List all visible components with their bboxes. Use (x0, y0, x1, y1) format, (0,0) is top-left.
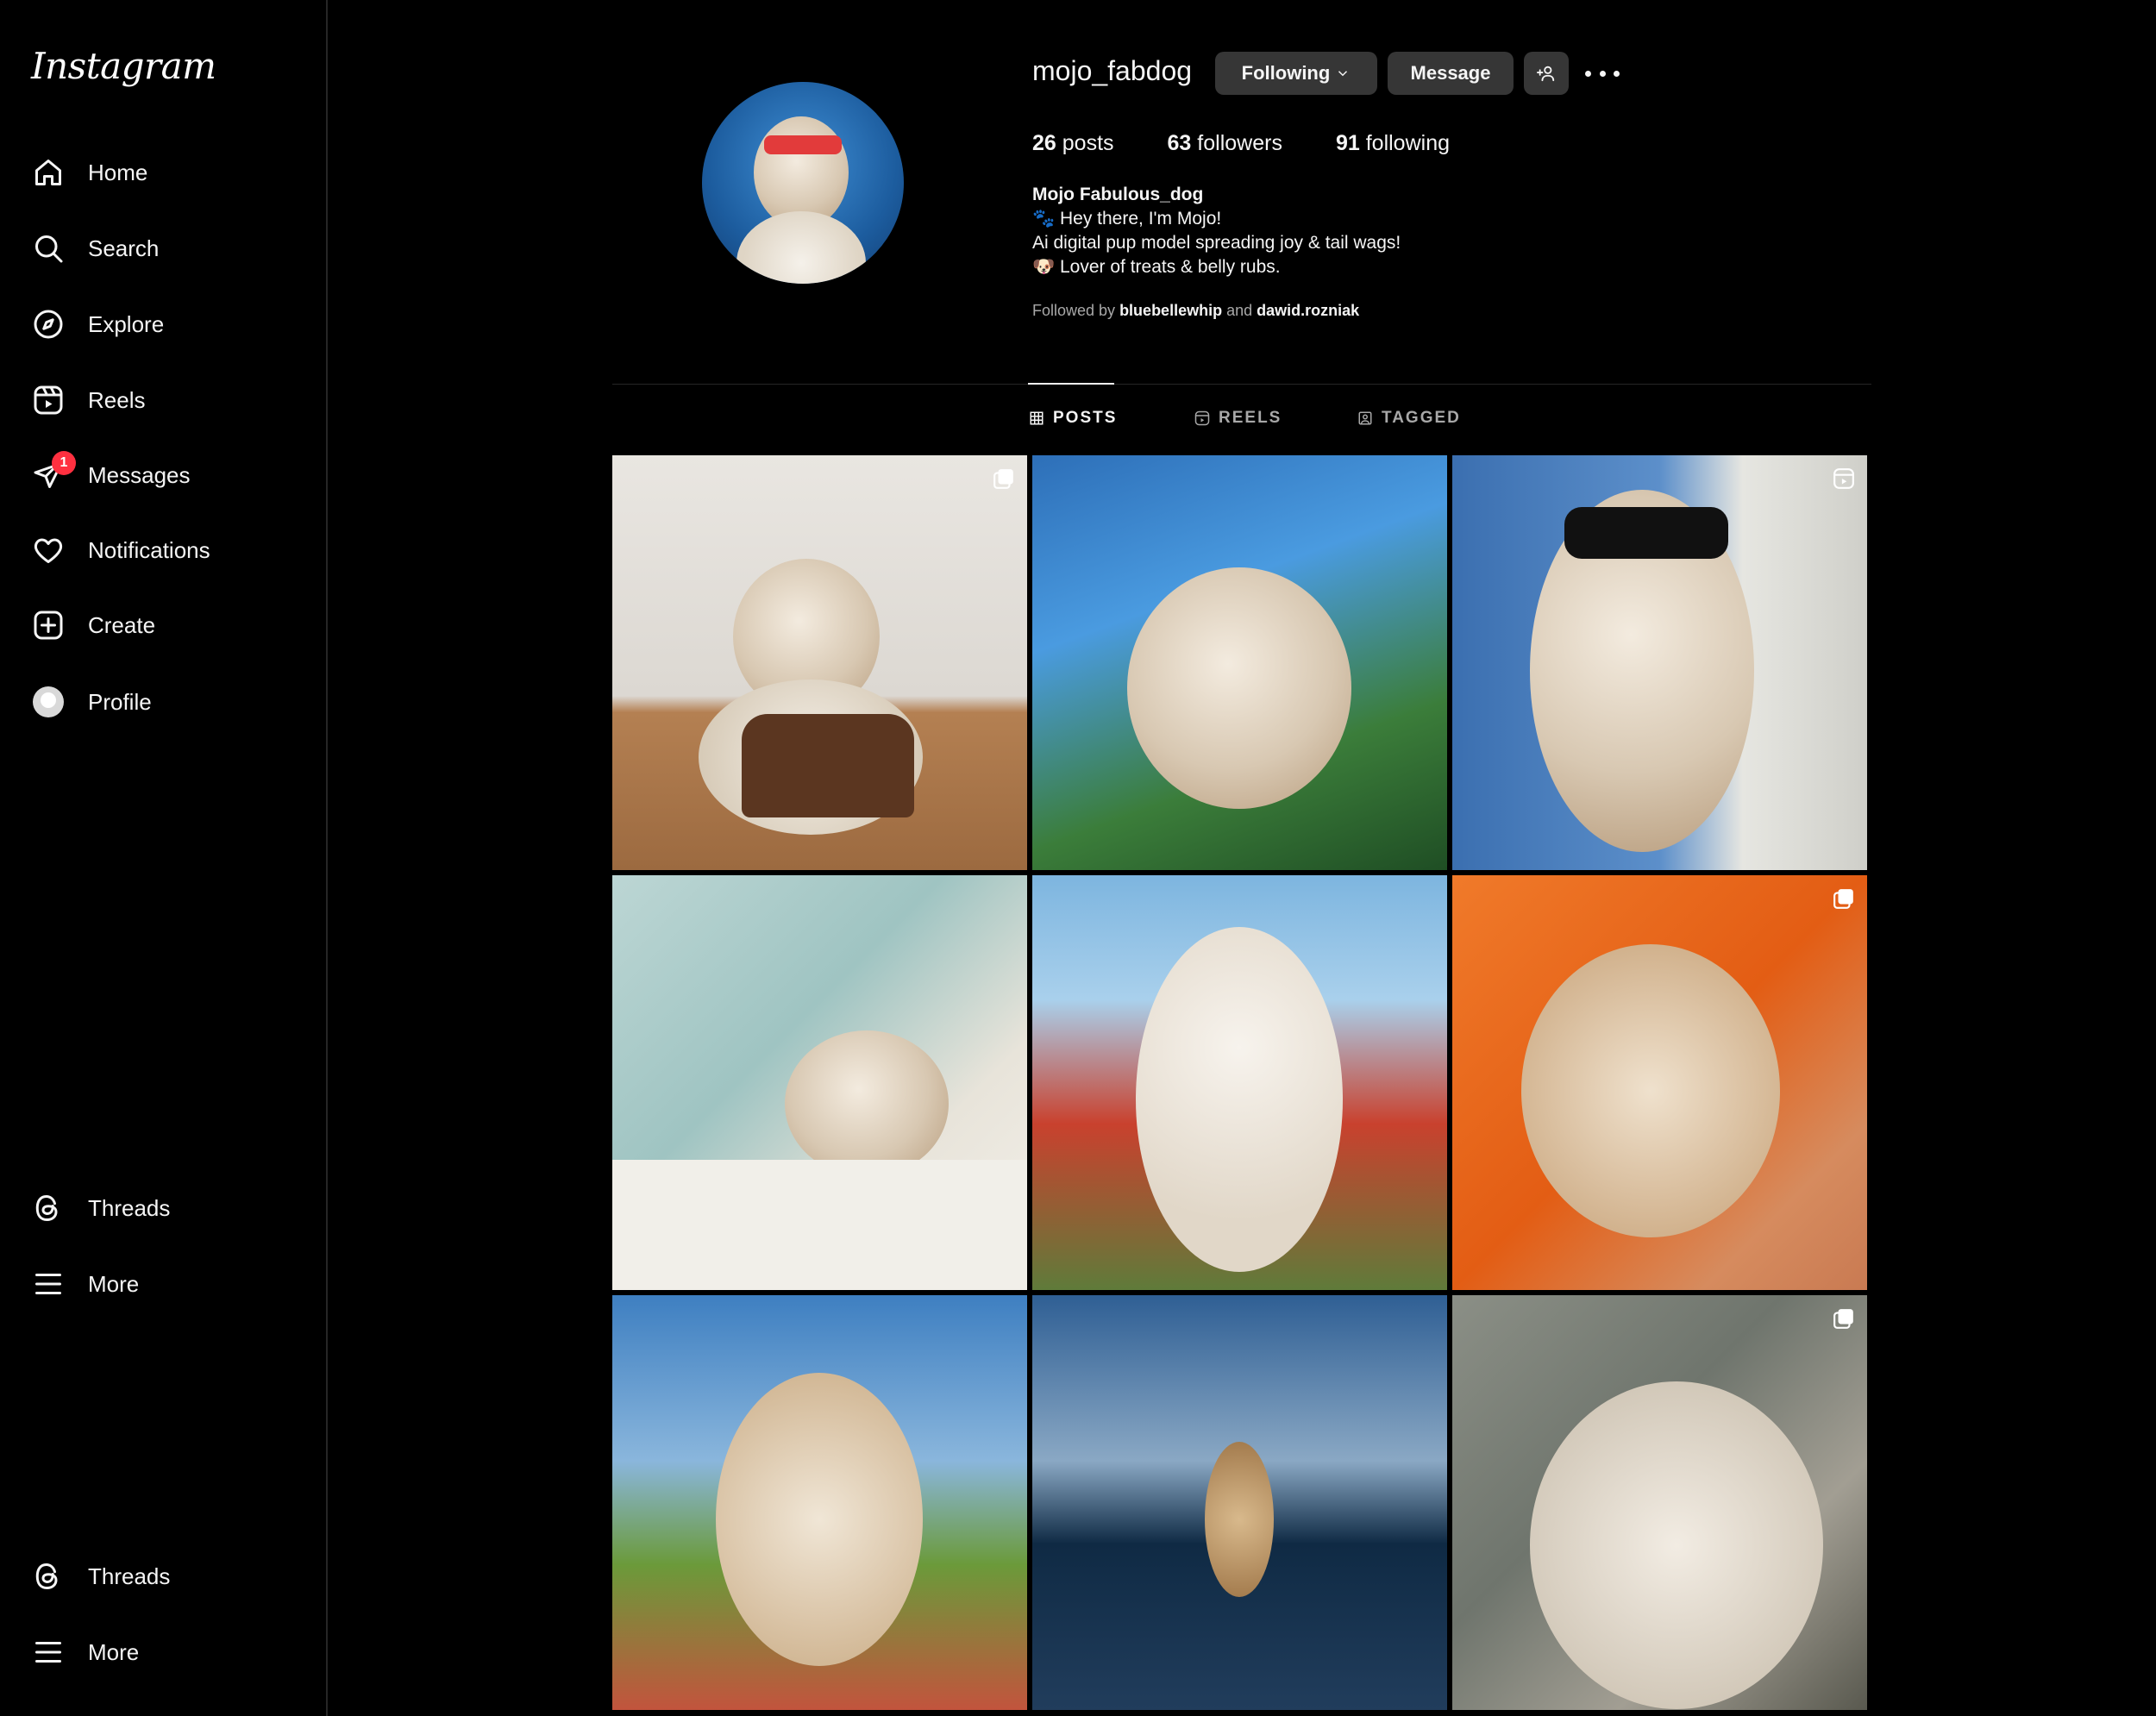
sidebar-item-label: Create (88, 611, 156, 638)
following-button[interactable]: Following (1215, 52, 1377, 95)
search-icon (31, 231, 66, 266)
menu-icon (31, 1267, 66, 1301)
post-thumbnail[interactable] (612, 1295, 1027, 1710)
sidebar-item-label: More (88, 1270, 140, 1297)
following-button-label: Following (1241, 62, 1331, 84)
sidebar-item-home[interactable]: Home (31, 142, 307, 203)
sidebar-item-label: Threads (88, 1194, 171, 1221)
sidebar-item-create[interactable]: Create (31, 595, 307, 655)
post-thumbnail[interactable] (1452, 455, 1867, 870)
sidebar-item-more-2[interactable]: More (31, 1622, 307, 1682)
sidebar-item-explore[interactable]: Explore (31, 294, 307, 354)
posts-stat[interactable]: 26 posts (1032, 131, 1114, 156)
sidebar-item-messages[interactable]: 1 Messages (31, 445, 307, 505)
post-thumbnail[interactable] (612, 455, 1027, 870)
sidebar-item-label: Reels (88, 386, 146, 413)
sidebar: Instagram Home Search Explore Reels 1 Me… (0, 0, 328, 1716)
tab-posts[interactable]: POSTS (1029, 409, 1117, 428)
active-tab-indicator (1028, 383, 1114, 385)
reels-icon (1194, 410, 1210, 426)
grid-icon (1030, 411, 1044, 425)
bio-name: Mojo Fabulous_dog (1032, 185, 1204, 204)
avatar-icon (31, 685, 66, 719)
compass-icon (31, 307, 66, 341)
post-thumbnail[interactable] (1032, 455, 1447, 870)
more-options-icon[interactable] (1585, 60, 1620, 86)
sidebar-item-label: Profile (88, 688, 152, 715)
heart-icon (31, 533, 66, 567)
sidebar-item-label: Messages (88, 461, 191, 488)
bio-line: 🐶 Lover of treats & belly rubs. (1032, 257, 1281, 277)
sidebar-item-label: Notifications (88, 536, 210, 563)
messenger-icon: 1 (31, 451, 76, 492)
following-stat[interactable]: 91 following (1336, 131, 1450, 156)
followed-by: Followed by bluebellewhip and dawid.rozn… (1032, 302, 1360, 319)
sidebar-item-profile[interactable]: Profile (31, 672, 307, 732)
sidebar-item-label: More (88, 1638, 140, 1665)
post-thumbnail[interactable] (1032, 875, 1447, 1290)
sidebar-item-label: Search (88, 235, 160, 261)
carousel-icon (1833, 1309, 1853, 1329)
sidebar-item-label: Threads (88, 1563, 171, 1589)
carousel-icon (993, 469, 1013, 489)
chevron-down-icon (1338, 71, 1348, 77)
profile-stats: 26 posts 63 followers 91 following (1032, 131, 1503, 156)
sidebar-item-label: Explore (88, 310, 165, 337)
post-thumbnail[interactable] (1452, 1295, 1867, 1710)
plus-square-icon (31, 608, 66, 642)
instagram-logo[interactable]: Instagram (31, 45, 216, 87)
followed-by-user-link[interactable]: dawid.rozniak (1257, 302, 1359, 319)
message-button[interactable]: Message (1388, 52, 1514, 95)
sidebar-item-threads-2[interactable]: Threads (31, 1546, 307, 1606)
bio-line: 🐾 Hey there, I'm Mojo! (1032, 209, 1222, 229)
notification-badge: 1 (52, 451, 76, 475)
sidebar-item-notifications[interactable]: Notifications (31, 520, 307, 580)
followers-stat[interactable]: 63 followers (1168, 131, 1282, 156)
reels-icon (31, 383, 66, 417)
sidebar-item-more[interactable]: More (31, 1254, 307, 1314)
threads-icon (31, 1191, 66, 1225)
post-thumbnail[interactable] (612, 875, 1027, 1290)
tab-reels[interactable]: REELS (1194, 409, 1282, 428)
profile-bio: Mojo Fabulous_dog 🐾 Hey there, I'm Mojo!… (1032, 183, 1401, 279)
carousel-icon (1833, 889, 1853, 909)
profile-username: mojo_fabdog (1032, 55, 1193, 86)
reel-icon (1833, 468, 1854, 489)
bio-line: Ai digital pup model spreading joy & tai… (1032, 233, 1401, 253)
followed-by-user-link[interactable]: bluebellewhip (1119, 302, 1222, 319)
sidebar-item-search[interactable]: Search (31, 218, 307, 279)
menu-icon (31, 1635, 66, 1669)
sidebar-item-label: Home (88, 159, 148, 185)
threads-icon (31, 1559, 66, 1594)
post-thumbnail[interactable] (1032, 1295, 1447, 1710)
tabs-divider (612, 384, 1871, 385)
sidebar-item-reels[interactable]: Reels (31, 370, 307, 430)
home-icon (31, 155, 66, 190)
post-thumbnail[interactable] (1452, 875, 1867, 1290)
add-user-icon (1537, 66, 1555, 82)
tagged-icon (1358, 411, 1372, 425)
suggested-users-button[interactable] (1524, 52, 1569, 95)
profile-avatar[interactable] (702, 82, 904, 284)
tab-tagged[interactable]: TAGGED (1357, 409, 1461, 428)
sidebar-item-threads[interactable]: Threads (31, 1178, 307, 1238)
